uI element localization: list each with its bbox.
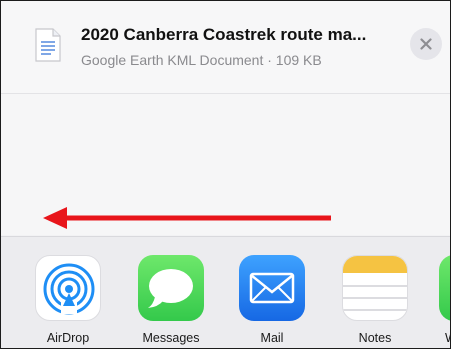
app-label: AirDrop [46, 331, 90, 345]
app-label: Mail [260, 331, 284, 345]
app-label: W [445, 331, 450, 345]
red-arrow-annotation [43, 207, 331, 229]
share-app-airdrop[interactable]: AirDrop [31, 255, 105, 345]
share-apps-row: AirDrop Messages Mail Notes [1, 236, 450, 348]
notes-icon [342, 255, 408, 321]
mail-icon [239, 255, 305, 321]
share-app-partial[interactable]: W [439, 255, 450, 345]
app-label: Notes [358, 331, 392, 345]
share-app-messages[interactable]: Messages [134, 255, 208, 345]
close-icon [420, 38, 432, 50]
share-sheet-header: 2020 Canberra Coastrek route ma... Googl… [1, 1, 450, 94]
close-button[interactable] [410, 28, 442, 60]
share-sheet: 2020 Canberra Coastrek route ma... Googl… [0, 0, 451, 349]
airdrop-icon [35, 255, 101, 321]
messages-icon [138, 255, 204, 321]
app-label: Messages [142, 331, 200, 345]
share-app-mail[interactable]: Mail [235, 255, 309, 345]
share-app-notes[interactable]: Notes [338, 255, 412, 345]
file-subtitle: Google Earth KML Document · 109 KB [81, 52, 322, 68]
partial-app-icon [439, 255, 450, 321]
document-icon [35, 28, 61, 62]
file-title: 2020 Canberra Coastrek route ma... [81, 25, 367, 44]
